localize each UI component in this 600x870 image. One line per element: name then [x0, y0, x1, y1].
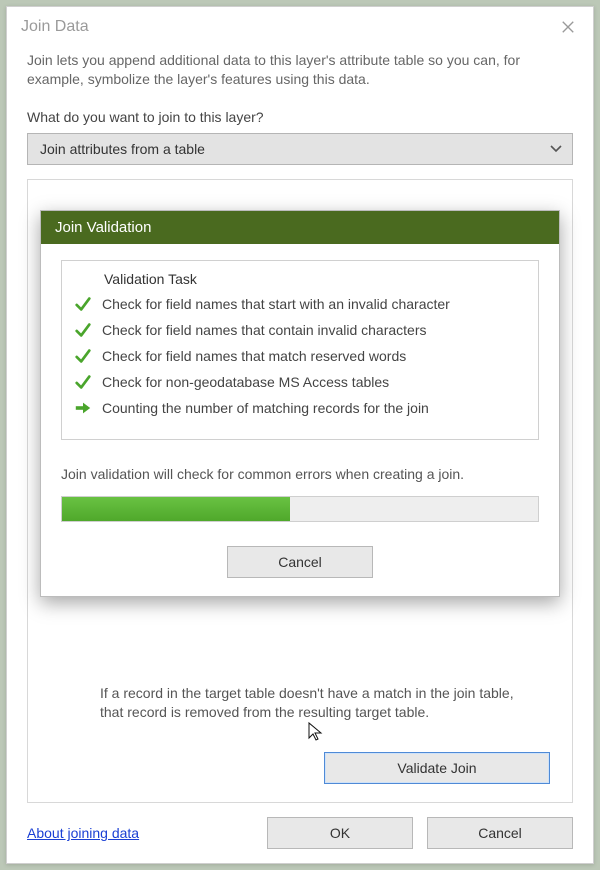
cancel-button[interactable]: Cancel — [427, 817, 573, 849]
intro-text: Join lets you append additional data to … — [27, 51, 573, 89]
validate-row: Validate Join — [28, 752, 550, 784]
arrow-right-icon — [74, 399, 92, 417]
task-row: Counting the number of matching records … — [74, 395, 526, 421]
match-note: If a record in the target table doesn't … — [100, 684, 532, 722]
check-icon — [74, 347, 92, 365]
dialog-footer: About joining data OK Cancel — [7, 803, 593, 863]
modal-body: Validation Task Check for field names th… — [41, 244, 559, 596]
modal-cancel-label: Cancel — [278, 554, 322, 570]
task-row: Check for field names that match reserve… — [74, 343, 526, 369]
task-row: Check for field names that start with an… — [74, 291, 526, 317]
task-row: Check for field names that contain inval… — [74, 317, 526, 343]
task-text: Check for non-geodatabase MS Access tabl… — [102, 374, 389, 390]
join-type-select[interactable]: Join attributes from a table — [27, 133, 573, 165]
progress-fill — [62, 497, 290, 521]
titlebar: Join Data — [7, 7, 593, 47]
check-icon — [74, 321, 92, 339]
modal-note: Join validation will check for common er… — [61, 466, 539, 482]
task-header: Validation Task — [104, 271, 526, 287]
close-icon[interactable] — [553, 12, 583, 42]
join-type-value: Join attributes from a table — [40, 141, 550, 157]
join-validation-modal: Join Validation Validation Task Check fo… — [40, 210, 560, 597]
task-text: Check for field names that start with an… — [102, 296, 450, 312]
check-icon — [74, 295, 92, 313]
check-icon — [74, 373, 92, 391]
validation-task-list: Validation Task Check for field names th… — [61, 260, 539, 440]
task-text: Counting the number of matching records … — [102, 400, 429, 416]
modal-button-row: Cancel — [61, 546, 539, 578]
validate-join-label: Validate Join — [397, 760, 476, 776]
modal-title: Join Validation — [41, 211, 559, 244]
task-row: Check for non-geodatabase MS Access tabl… — [74, 369, 526, 395]
modal-cancel-button[interactable]: Cancel — [227, 546, 373, 578]
ok-button[interactable]: OK — [267, 817, 413, 849]
cursor-icon — [306, 721, 326, 747]
chevron-down-icon — [550, 142, 562, 156]
validate-join-button[interactable]: Validate Join — [324, 752, 550, 784]
progress-bar — [61, 496, 539, 522]
about-joining-data-link[interactable]: About joining data — [27, 825, 253, 841]
question-label: What do you want to join to this layer? — [27, 109, 573, 125]
cancel-label: Cancel — [478, 825, 522, 841]
task-text: Check for field names that contain inval… — [102, 322, 427, 338]
dialog-title: Join Data — [21, 18, 553, 36]
ok-label: OK — [330, 825, 350, 841]
task-text: Check for field names that match reserve… — [102, 348, 406, 364]
